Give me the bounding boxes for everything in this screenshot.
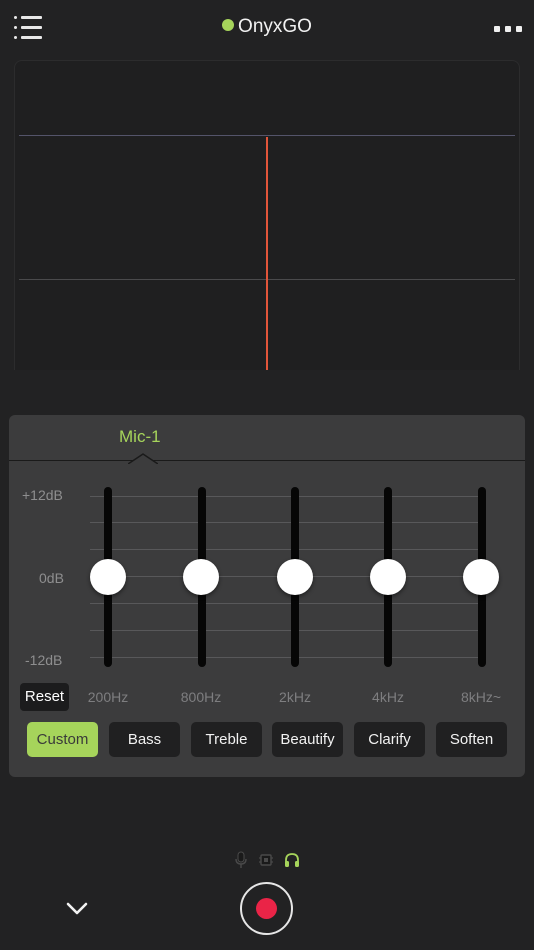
eq-gridline (90, 522, 478, 523)
preset-bass-button[interactable]: Bass (109, 722, 180, 757)
eq-slider-knob-8khz[interactable] (463, 558, 499, 595)
freq-label-2khz: 2kHz (279, 689, 311, 705)
freq-label-4khz: 4kHz (372, 689, 404, 705)
preset-soften-button[interactable]: Soften (436, 722, 507, 757)
eq-gridline (90, 496, 478, 497)
freq-label-8khz: 8kHz~ (460, 689, 502, 705)
playhead-line[interactable] (266, 137, 268, 370)
preset-clarify-button[interactable]: Clarify (354, 722, 425, 757)
input-source-selector (230, 851, 306, 869)
more-horizontal-icon (494, 26, 500, 32)
freq-label-800hz: 800Hz (180, 689, 222, 705)
collapse-button[interactable] (62, 896, 92, 922)
db-label-min: -12dB (25, 652, 63, 668)
record-icon (256, 898, 277, 919)
eq-gridline (90, 630, 478, 631)
eq-gridline (90, 549, 478, 550)
waveform-display (14, 60, 520, 370)
microphone-icon[interactable] (232, 851, 250, 869)
headphones-icon[interactable] (283, 851, 301, 869)
record-button[interactable] (240, 882, 293, 935)
connection-status-dot (222, 19, 235, 31)
eq-slider-knob-200hz[interactable] (90, 558, 126, 595)
eq-slider-knob-2khz[interactable] (277, 558, 313, 595)
eq-gridline (90, 603, 478, 604)
chevron-down-icon (66, 902, 88, 915)
more-options-button[interactable] (494, 26, 522, 34)
reset-button[interactable]: Reset (20, 683, 69, 711)
freq-label-200hz: 200Hz (87, 689, 129, 705)
eq-tab-bar: Mic-1 (9, 415, 525, 464)
db-label-zero: 0dB (39, 570, 64, 586)
tab-mic-1[interactable]: Mic-1 (119, 427, 161, 447)
preset-beautify-button[interactable]: Beautify (272, 722, 343, 757)
tab-indicator-icon (128, 453, 158, 464)
preset-treble-button[interactable]: Treble (191, 722, 262, 757)
eq-slider-knob-4khz[interactable] (370, 558, 406, 595)
chip-icon[interactable] (257, 851, 275, 869)
preset-custom-button[interactable]: Custom (27, 722, 98, 757)
app-title: OnyxGO (238, 16, 312, 37)
app-header: OnyxGO (0, 0, 534, 58)
db-label-max: +12dB (22, 487, 63, 503)
eq-gridline (90, 657, 478, 658)
eq-slider-knob-800hz[interactable] (183, 558, 219, 595)
waveform-upper-line (19, 135, 515, 136)
